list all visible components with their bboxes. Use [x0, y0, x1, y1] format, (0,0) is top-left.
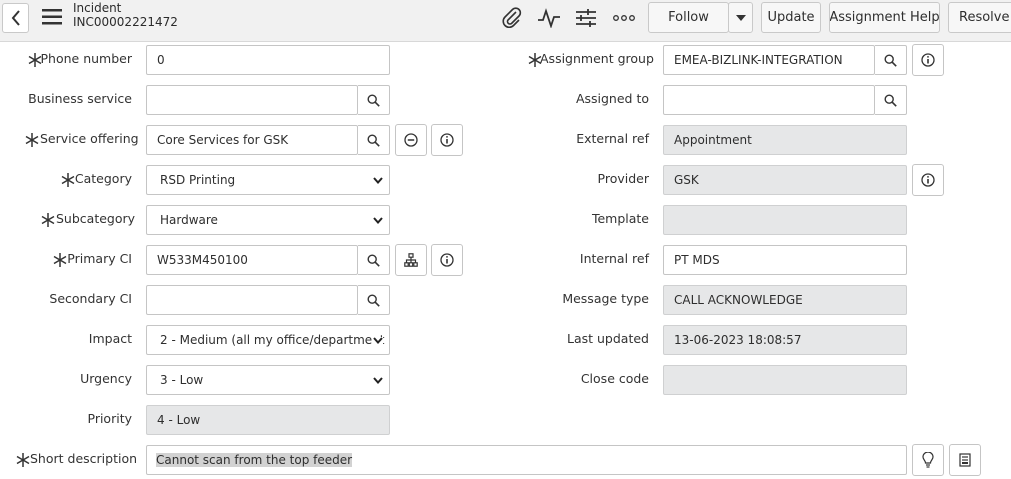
knowledge-search-button[interactable]	[949, 444, 981, 476]
chevron-down-icon	[735, 14, 746, 21]
hierarchy-icon	[404, 253, 418, 267]
record-title: Incident INC00002221472	[73, 1, 178, 29]
settings-sliders-icon[interactable]	[573, 6, 599, 30]
info-icon	[440, 253, 454, 267]
search-icon	[367, 293, 380, 307]
chevron-down-icon	[373, 337, 383, 344]
lightbulb-icon	[922, 452, 934, 468]
assignment-group-field[interactable]: EMEA-BIZLINK-INTEGRATION	[663, 45, 875, 75]
category-select[interactable]: RSD Printing	[146, 165, 390, 195]
short-description-field[interactable]: Cannot scan from the top feeder	[146, 445, 907, 475]
internal-ref-label: Internal ref	[579, 251, 649, 266]
phone-number-label: Phone number	[40, 51, 132, 66]
assignment-group-label: Assignment group	[540, 51, 654, 66]
info-icon	[921, 173, 935, 187]
record-number: INC00002221472	[73, 15, 178, 29]
service-offering-field[interactable]: Core Services for GSK	[146, 125, 358, 155]
message-type-label: Message type	[562, 291, 649, 306]
minus-circle-icon	[404, 133, 418, 147]
required-icon	[16, 453, 30, 467]
service-offering-clear-button[interactable]	[395, 124, 427, 156]
category-value: RSD Printing	[160, 173, 236, 187]
short-description-value: Cannot scan from the top feeder	[156, 453, 353, 467]
required-icon	[41, 213, 55, 227]
record-type: Incident	[73, 1, 122, 15]
assigned-to-field[interactable]	[663, 85, 875, 115]
assignment-help-button[interactable]: Assignment Help	[829, 2, 940, 33]
message-type-field: CALL ACKNOWLEDGE	[663, 285, 907, 315]
primary-ci-field[interactable]: W533M450100	[146, 245, 358, 275]
required-icon	[25, 133, 39, 147]
last-updated-field: 13-06-2023 18:08:57	[663, 325, 907, 355]
provider-field: GSK	[663, 165, 907, 195]
paperclip-icon[interactable]	[499, 6, 525, 30]
activity-icon[interactable]	[536, 6, 562, 30]
close-code-field	[663, 365, 907, 395]
impact-select[interactable]: 2 - Medium (all my office/department	[146, 325, 390, 355]
primary-ci-label: Primary CI	[67, 251, 132, 266]
form-header: Incident INC00002221472 Follow Update As…	[0, 0, 1011, 42]
back-icon	[11, 10, 20, 26]
priority-field: 4 - Low	[146, 405, 390, 435]
last-updated-label: Last updated	[567, 331, 649, 346]
suggestion-button[interactable]	[912, 444, 944, 476]
search-icon	[367, 253, 380, 267]
close-code-label: Close code	[580, 371, 649, 386]
subcategory-select[interactable]: Hardware	[146, 205, 390, 235]
primary-ci-dependency-button[interactable]	[395, 244, 427, 276]
provider-info-button[interactable]	[912, 164, 944, 196]
subcategory-label: Subcategory	[56, 211, 136, 226]
provider-label: Provider	[597, 171, 649, 186]
urgency-select[interactable]: 3 - Low	[146, 365, 390, 395]
follow-dropdown-button[interactable]	[728, 2, 753, 33]
subcategory-value: Hardware	[160, 213, 218, 227]
info-icon	[440, 133, 454, 147]
assignment-group-lookup-button[interactable]	[875, 45, 907, 75]
external-ref-label: External ref	[576, 131, 649, 146]
search-icon	[367, 133, 380, 147]
secondary-ci-lookup-button[interactable]	[358, 285, 390, 315]
business-service-lookup-button[interactable]	[358, 85, 390, 115]
assigned-to-label: Assigned to	[575, 91, 649, 106]
business-service-field[interactable]	[146, 85, 358, 115]
business-service-label: Business service	[28, 91, 132, 106]
book-icon	[959, 453, 971, 467]
primary-ci-lookup-button[interactable]	[358, 245, 390, 275]
impact-value: 2 - Medium (all my office/department	[160, 333, 385, 347]
search-icon	[367, 93, 380, 107]
urgency-label: Urgency	[80, 371, 132, 386]
menu-icon[interactable]	[42, 8, 62, 30]
secondary-ci-field[interactable]	[146, 285, 358, 315]
resolve-button[interactable]: Resolve Ir	[948, 2, 1011, 33]
service-offering-info-button[interactable]	[431, 124, 463, 156]
service-offering-lookup-button[interactable]	[358, 125, 390, 155]
service-offering-label: Service offering	[40, 131, 139, 146]
back-button[interactable]	[2, 3, 29, 33]
priority-label: Priority	[87, 411, 133, 426]
required-icon	[53, 253, 67, 267]
search-icon	[884, 93, 897, 107]
phone-number-field[interactable]: 0	[146, 45, 390, 75]
short-description-label: Short description	[30, 451, 138, 466]
assigned-to-lookup-button[interactable]	[875, 85, 907, 115]
chevron-down-icon	[373, 177, 383, 184]
primary-ci-info-button[interactable]	[431, 244, 463, 276]
info-icon	[921, 53, 935, 67]
more-icon[interactable]	[611, 6, 637, 30]
template-label: Template	[591, 211, 649, 226]
assignment-group-info-button[interactable]	[912, 44, 944, 76]
secondary-ci-label: Secondary CI	[49, 291, 132, 306]
template-field	[663, 205, 907, 235]
chevron-down-icon	[373, 217, 383, 224]
internal-ref-field[interactable]: PT MDS	[663, 245, 907, 275]
urgency-value: 3 - Low	[160, 373, 204, 387]
impact-label: Impact	[88, 331, 132, 346]
update-button[interactable]: Update	[761, 2, 821, 33]
external-ref-field: Appointment	[663, 125, 907, 155]
category-label: Category	[74, 171, 132, 186]
search-icon	[884, 53, 897, 67]
chevron-down-icon	[373, 377, 383, 384]
follow-button[interactable]: Follow	[648, 2, 729, 33]
